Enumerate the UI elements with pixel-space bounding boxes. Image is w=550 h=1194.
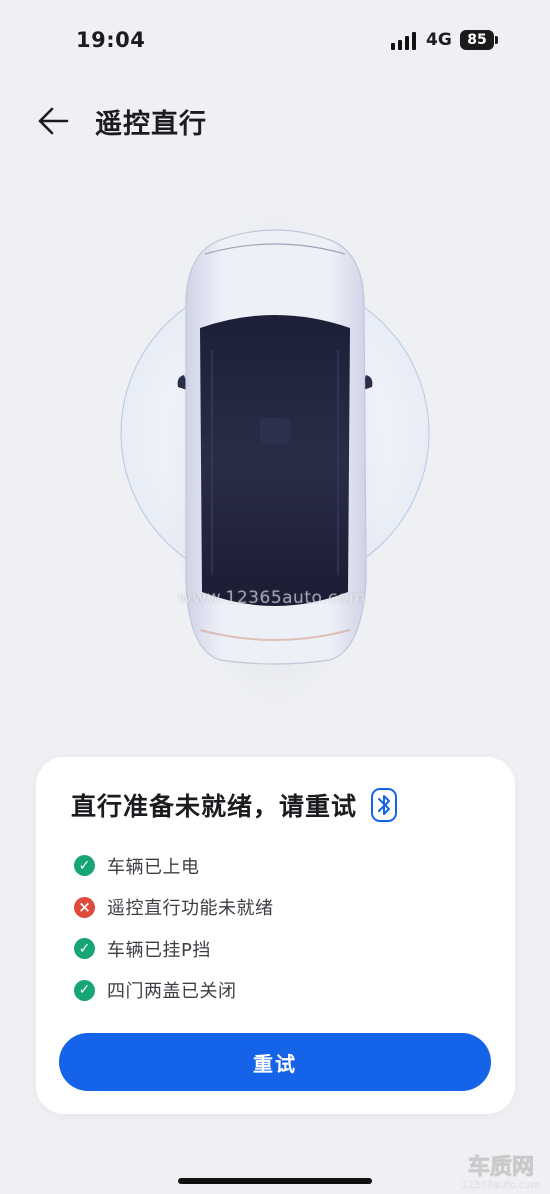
- back-arrow-icon[interactable]: [36, 104, 70, 138]
- card-title-row: 直行准备未就绪，请重试: [71, 787, 398, 823]
- watermark-text: www.12365auto.com: [178, 588, 366, 608]
- check-label: 四门两盖已关闭: [107, 981, 237, 1003]
- site-logo: 车质网 12365auto.com: [462, 1154, 541, 1192]
- check-item: ✓ 车辆已上电: [74, 845, 274, 887]
- svg-text:12365auto.com: 12365auto.com: [462, 1180, 541, 1191]
- check-error-icon: ×: [74, 896, 95, 918]
- battery-icon: 85: [460, 30, 498, 50]
- status-time: 19:04: [76, 28, 146, 52]
- signal-icon: [391, 32, 417, 50]
- car-top-view-illustration: [120, 210, 430, 710]
- card-title: 直行准备未就绪，请重试: [71, 792, 358, 821]
- page-title: 遥控直行: [95, 109, 207, 140]
- check-success-icon: ✓: [74, 979, 95, 1001]
- readiness-checklist: ✓ 车辆已上电 × 遥控直行功能未就绪 ✓ 车辆已挂P挡 ✓ 四门两盖已关闭: [74, 845, 274, 1011]
- check-label: 遥控直行功能未就绪: [107, 898, 274, 920]
- network-type: 4G: [426, 30, 452, 50]
- check-success-icon: ✓: [74, 855, 95, 877]
- check-item: ✓ 车辆已挂P挡: [74, 928, 274, 970]
- svg-text:车质网: 车质网: [468, 1154, 534, 1180]
- bluetooth-icon: [371, 788, 398, 822]
- status-card: 直行准备未就绪，请重试 ✓ 车辆已上电 × 遥控直行功能未就绪 ✓ 车辆已挂P挡…: [36, 757, 515, 1114]
- check-success-icon: ✓: [74, 938, 95, 960]
- retry-button[interactable]: 重试: [59, 1033, 491, 1091]
- check-item: × 遥控直行功能未就绪: [74, 887, 274, 929]
- check-label: 车辆已挂P挡: [107, 939, 211, 961]
- check-item: ✓ 四门两盖已关闭: [74, 970, 274, 1012]
- status-bar: 19:04 4G 85: [0, 0, 550, 80]
- home-indicator[interactable]: [178, 1178, 372, 1184]
- check-label: 车辆已上电: [107, 856, 200, 878]
